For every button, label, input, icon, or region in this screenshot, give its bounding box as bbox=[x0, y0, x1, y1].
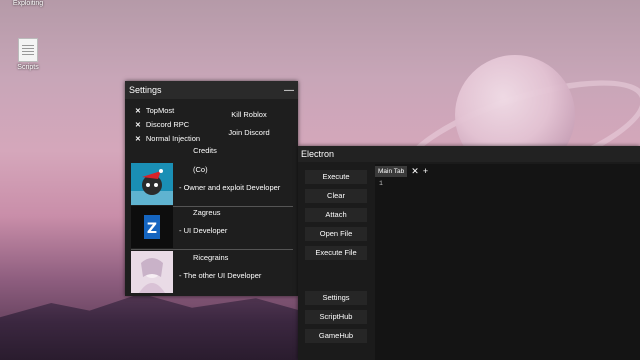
line-number: 1 bbox=[379, 180, 383, 187]
credits-title: Credits bbox=[193, 146, 217, 155]
settings-title: Settings bbox=[129, 85, 162, 95]
tab-main[interactable]: Main Tab bbox=[375, 165, 408, 177]
clear-button[interactable]: Clear bbox=[305, 189, 367, 203]
execute-file-button[interactable]: Execute File bbox=[305, 246, 367, 260]
add-tab-icon[interactable]: + bbox=[423, 166, 428, 176]
electron-titlebar[interactable]: Electron bbox=[298, 146, 640, 162]
code-editor[interactable]: Main Tab ✕ + 1 bbox=[375, 164, 640, 360]
avatar bbox=[131, 163, 173, 205]
credit-role: - UI Developer bbox=[179, 226, 228, 235]
electron-window: Electron Execute Clear Attach Open File … bbox=[298, 146, 640, 360]
credit-entry: Ricegrains - The other UI Developer bbox=[131, 251, 293, 293]
file-icon bbox=[18, 38, 38, 62]
option-normal-injection[interactable]: ✕ Normal Injection bbox=[135, 134, 200, 143]
close-tab-icon[interactable]: ✕ bbox=[411, 166, 419, 177]
option-discord-rpc[interactable]: ✕ Discord RPC bbox=[135, 120, 189, 129]
credit-entry: Z Zagreus - UI Developer bbox=[131, 206, 293, 248]
credit-role: - The other UI Developer bbox=[179, 271, 262, 280]
settings-window: Settings — ✕ TopMost ✕ Discord RPC ✕ Nor… bbox=[125, 81, 298, 296]
close-icon: ✕ bbox=[135, 121, 141, 129]
svg-text:Z: Z bbox=[147, 221, 157, 237]
desktop-icon-label: Scripts bbox=[17, 64, 39, 71]
desktop-icon-scripts[interactable]: Scripts bbox=[8, 38, 48, 71]
option-label: Normal Injection bbox=[145, 134, 201, 143]
credit-name: Zagreus bbox=[193, 208, 221, 217]
credit-role: - Owner and exploit Developer bbox=[179, 183, 281, 192]
credit-name: (Co) bbox=[193, 165, 208, 174]
attach-button[interactable]: Attach bbox=[305, 208, 367, 222]
avatar: Z bbox=[131, 206, 173, 248]
scripthub-button[interactable]: ScriptHub bbox=[305, 310, 367, 324]
open-file-button[interactable]: Open File bbox=[305, 227, 367, 241]
settings-titlebar[interactable]: Settings — bbox=[125, 81, 298, 99]
desktop-icon-exploiting[interactable]: Exploiting bbox=[8, 0, 48, 7]
join-discord-button[interactable]: Join Discord bbox=[223, 128, 275, 137]
desktop-icon-label: Exploiting bbox=[12, 0, 44, 7]
execute-button[interactable]: Execute bbox=[305, 170, 367, 184]
settings-button[interactable]: Settings bbox=[305, 291, 367, 305]
kill-roblox-button[interactable]: Kill Roblox bbox=[225, 110, 273, 119]
gamehub-button[interactable]: GameHub bbox=[305, 329, 367, 343]
avatar bbox=[131, 251, 173, 293]
credit-name: Ricegrains bbox=[193, 253, 229, 262]
close-icon: ✕ bbox=[135, 135, 141, 143]
option-label: Discord RPC bbox=[145, 120, 190, 129]
credit-entry: (Co) - Owner and exploit Developer bbox=[131, 163, 293, 205]
tab-bar: Main Tab ✕ + bbox=[375, 164, 428, 178]
option-label: TopMost bbox=[145, 106, 175, 115]
close-icon: ✕ bbox=[135, 107, 141, 115]
divider bbox=[131, 249, 293, 250]
option-topmost[interactable]: ✕ TopMost bbox=[135, 106, 174, 115]
minimize-button[interactable]: — bbox=[284, 85, 294, 96]
